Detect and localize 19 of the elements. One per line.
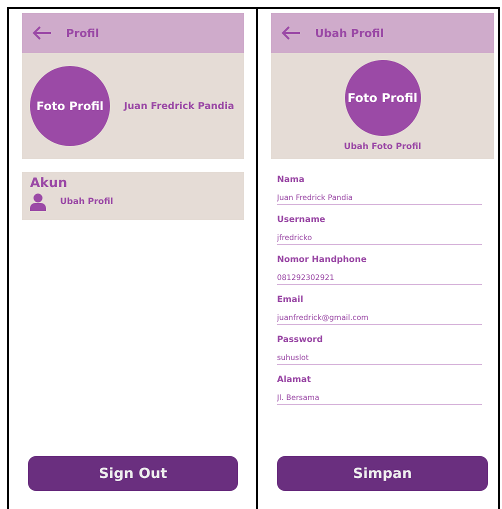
field-label: Nama bbox=[277, 175, 306, 185]
field-label: Email bbox=[277, 295, 304, 305]
save-button[interactable]: Simpan bbox=[277, 456, 488, 491]
field-label: Nomor Handphone bbox=[277, 255, 368, 265]
menu-item[interactable]: Ubah Profil bbox=[60, 197, 114, 207]
sign-out-button[interactable]: Sign Out bbox=[28, 456, 238, 491]
back-arrow-icon[interactable] bbox=[281, 26, 301, 40]
back-arrow-icon[interactable] bbox=[32, 26, 52, 40]
user-name: Juan Fredrick Pandia bbox=[124, 100, 234, 112]
profile-photo: Foto Profil bbox=[30, 66, 110, 146]
person-icon bbox=[30, 193, 46, 211]
screen-title: Profil bbox=[66, 26, 99, 40]
profile-photo: Foto Profil bbox=[344, 60, 420, 136]
field-label: Password bbox=[277, 335, 324, 345]
screen-title: Ubah Profil bbox=[315, 26, 384, 40]
field-label: Username bbox=[277, 215, 326, 225]
field-label: Alamat bbox=[277, 375, 312, 385]
section-heading: Akun bbox=[30, 176, 68, 191]
change-photo-link[interactable]: Ubah Foto Profil bbox=[344, 142, 422, 152]
